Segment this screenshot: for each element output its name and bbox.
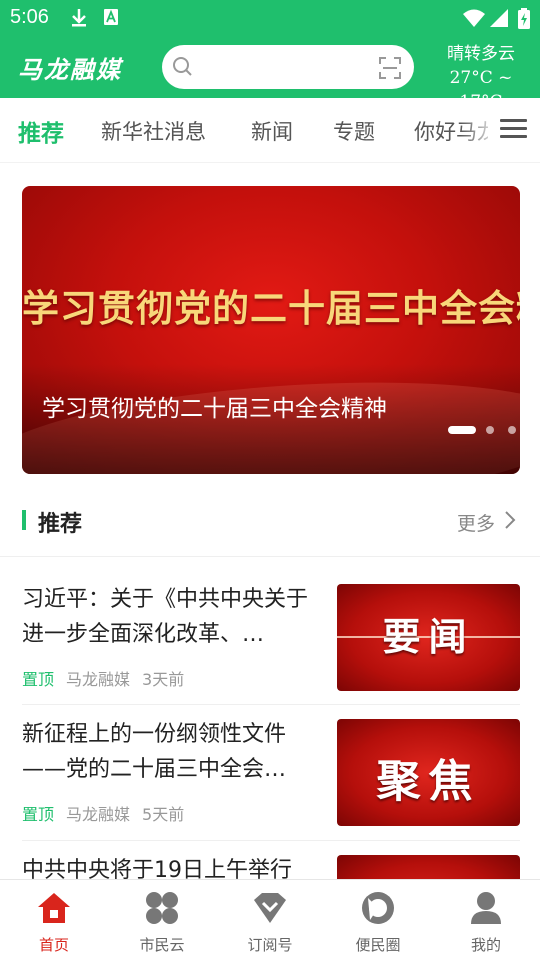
nav-label: 便民圈: [355, 936, 401, 954]
nav-home[interactable]: 首页: [0, 880, 108, 960]
bottom-navigation: 首页 市民云 订阅号 便民圈 我的: [0, 879, 540, 960]
pinned-badge: 置顶: [22, 805, 55, 824]
banner-caption: 学习贯彻党的二十届三中全会精神: [42, 396, 387, 422]
nav-community[interactable]: 便民圈: [324, 880, 432, 960]
app-notification-icon: [103, 8, 119, 30]
news-item[interactable]: 新征程上的一份纲领性文件——党的二十届三中全会… 置顶 马龙融媒 5天前 聚焦: [0, 717, 540, 849]
more-link[interactable]: 更多: [457, 509, 495, 536]
user-icon: [468, 890, 504, 930]
news-meta: 置顶 马龙融媒 5天前: [22, 801, 184, 825]
status-time: 5:06: [10, 6, 49, 28]
news-item[interactable]: 习近平：关于《中共中央关于进一步全面深化改革、… 置顶 马龙融媒 3天前 要闻: [0, 582, 540, 714]
banner-headline: 学习贯彻党的二十届三中全会精神: [22, 286, 520, 330]
news-thumbnail: 聚焦: [337, 719, 520, 826]
section-header: 推荐 更多: [0, 498, 540, 544]
news-title: 新征程上的一份纲领性文件——党的二十届三中全会…: [22, 722, 287, 782]
news-thumbnail: 要闻: [337, 584, 520, 691]
section-title: 推荐: [38, 512, 83, 537]
nav-citizen-cloud[interactable]: 市民云: [108, 880, 216, 960]
news-source: 马龙融媒: [66, 805, 131, 824]
search-icon: [172, 56, 194, 82]
nav-label: 市民云: [139, 936, 185, 954]
category-tabs: 推荐 新华社消息 新闻 专题 你好马龙: [0, 98, 540, 162]
search-input[interactable]: [162, 45, 414, 89]
app-header: 马龙融媒 晴转多云 27°C ~ 17°C: [0, 36, 540, 112]
pinned-badge: 置顶: [22, 670, 55, 689]
nav-label: 订阅号: [247, 936, 293, 954]
carousel-dot: [508, 426, 516, 434]
tab-news[interactable]: 新闻: [251, 116, 293, 146]
cellular-icon: [489, 8, 509, 32]
thumbnail-text: 要闻: [382, 614, 475, 659]
chevron-right-icon[interactable]: [504, 510, 516, 534]
thumbnail-text: 聚焦: [376, 756, 481, 807]
tab-xinhua[interactable]: 新华社消息: [101, 116, 206, 146]
menu-icon[interactable]: [488, 98, 540, 162]
carousel-dot: [486, 426, 494, 434]
news-source: 马龙融媒: [66, 670, 131, 689]
news-meta: 置顶 马龙融媒 3天前: [22, 666, 184, 690]
battery-charging-icon: [517, 8, 531, 34]
circle-icon: [360, 890, 396, 930]
tab-recommend[interactable]: 推荐: [18, 114, 64, 148]
news-thumbnail: [337, 855, 520, 879]
status-bar: 5:06: [0, 0, 540, 36]
nav-profile[interactable]: 我的: [432, 880, 540, 960]
news-title: 习近平：关于《中共中央关于进一步全面深化改革、…: [22, 587, 309, 647]
clover-icon: [144, 890, 180, 930]
carousel-dot-active: [448, 426, 476, 434]
banner-carousel[interactable]: 学习贯彻党的二十届三中全会精神 学习贯彻党的二十届三中全会精神: [22, 186, 520, 474]
news-item[interactable]: 中共中央将于19日上午举行: [0, 853, 540, 879]
tab-special[interactable]: 专题: [333, 116, 375, 146]
nav-subscriptions[interactable]: 订阅号: [216, 880, 324, 960]
nav-label: 我的: [470, 936, 501, 954]
app-logo: 马龙融媒: [18, 56, 122, 84]
download-icon: [70, 8, 88, 32]
home-icon: [36, 890, 72, 930]
news-time: 3天前: [142, 670, 185, 689]
news-time: 5天前: [142, 805, 185, 824]
subscribe-icon: [252, 890, 288, 930]
wifi-icon: [462, 8, 486, 32]
nav-label: 首页: [38, 936, 69, 954]
scan-icon[interactable]: [378, 56, 402, 84]
news-title: 中共中央将于19日上午举行: [22, 858, 292, 879]
weather-desc: 晴转多云: [447, 44, 515, 64]
